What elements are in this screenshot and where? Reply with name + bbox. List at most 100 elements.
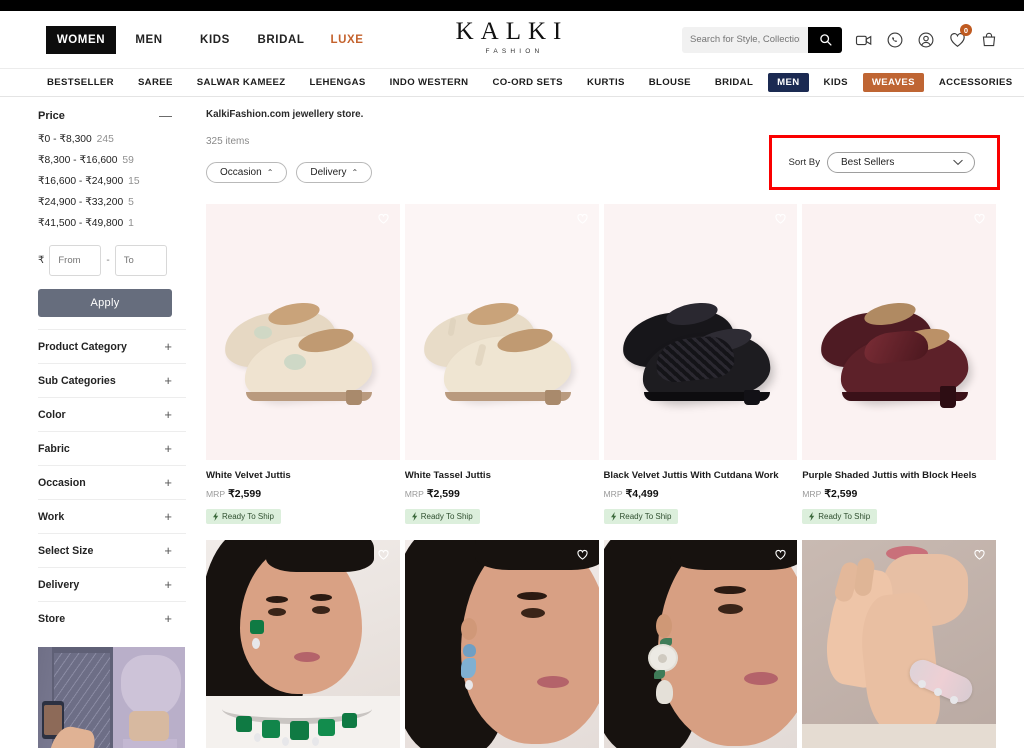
category-nav-item-salwar-kameez[interactable]: SALWAR KAMEEZ [188, 73, 295, 92]
jutti-illustration [604, 204, 798, 460]
product-image[interactable] [603, 540, 798, 748]
bag-button[interactable] [980, 31, 998, 49]
product-image[interactable] [802, 540, 996, 748]
price-range-count: 1 [128, 218, 134, 229]
search-icon [819, 34, 832, 46]
facet-sub-categories[interactable]: Sub Categories + [38, 363, 186, 397]
category-nav-item-indo-western[interactable]: INDO WESTERN [381, 73, 478, 92]
filter-chip-occasion[interactable]: Occasion ⌃ [206, 162, 288, 183]
model-earring-illustration [404, 540, 599, 748]
product-card[interactable] [802, 540, 996, 748]
product-price: MRP ₹4,499 [604, 488, 798, 500]
category-nav-item-kids[interactable]: KIDS [815, 73, 857, 92]
wishlist-toggle[interactable] [973, 212, 986, 230]
facet-work[interactable]: Work + [38, 499, 186, 533]
category-nav: BESTSELLER SAREE SALWAR KAMEEZ LEHENGAS … [0, 68, 1024, 97]
plus-icon: + [164, 475, 172, 490]
search-button[interactable] [808, 26, 842, 53]
apply-price-button[interactable]: Apply [38, 289, 172, 317]
product-image[interactable] [802, 204, 996, 460]
price-filter-header[interactable]: Price — [38, 109, 186, 122]
wishlist-toggle[interactable] [774, 212, 787, 230]
wishlist-toggle[interactable] [774, 548, 787, 566]
category-nav-item-weaves[interactable]: WEAVES [862, 73, 924, 92]
product-image[interactable] [404, 540, 599, 748]
price-range-count: 5 [128, 197, 134, 208]
price-value: ₹2,599 [426, 488, 460, 500]
wishlist-toggle[interactable] [576, 548, 589, 566]
product-grid-row-1: White Velvet Juttis MRP ₹2,599 Ready To S… [206, 204, 996, 526]
video-shopping-promo-banner[interactable] [38, 647, 185, 748]
filter-chip-label: Delivery [310, 167, 347, 178]
product-card[interactable]: Purple Shaded Juttis with Block Heels MR… [802, 204, 996, 526]
primary-nav-item-men[interactable]: MEN [116, 27, 182, 53]
facet-product-category[interactable]: Product Category + [38, 329, 186, 363]
brand-logo-sub: FASHION [485, 48, 544, 55]
category-nav-item-blouse[interactable]: BLOUSE [640, 73, 700, 92]
product-title: White Tassel Juttis [404, 470, 491, 481]
category-nav-item-bridal[interactable]: BRIDAL [706, 73, 762, 92]
plus-icon: + [164, 373, 172, 388]
body: Price — ₹0 - ₹8,300 245 ₹8,300 - ₹16,600… [0, 97, 1024, 748]
facet-occasion[interactable]: Occasion + [38, 465, 186, 499]
jutti-illustration [405, 204, 599, 460]
category-nav-item-kurtis[interactable]: KURTIS [578, 73, 634, 92]
category-nav-item-lehengas[interactable]: LEHENGAS [301, 73, 375, 92]
search-box[interactable] [682, 26, 842, 53]
price-from-input[interactable] [49, 245, 102, 276]
category-nav-item-men[interactable]: MEN [768, 73, 809, 92]
product-card[interactable]: Black Velvet Juttis With Cutdana Work MR… [603, 204, 798, 526]
facet-color[interactable]: Color + [38, 397, 186, 431]
product-card[interactable] [206, 540, 400, 748]
price-range-option[interactable]: ₹0 - ₹8,300 245 [38, 133, 186, 145]
search-input[interactable] [682, 34, 808, 45]
facet-store[interactable]: Store + [38, 601, 186, 635]
product-image[interactable] [404, 204, 599, 460]
price-range-option[interactable]: ₹16,600 - ₹24,900 15 [38, 175, 186, 187]
facet-select-size[interactable]: Select Size + [38, 533, 186, 567]
primary-nav-item-kids[interactable]: KIDS [182, 27, 248, 53]
mrp-label: MRP [603, 489, 623, 499]
wishlist-toggle[interactable] [377, 212, 390, 230]
category-nav-item-bestseller[interactable]: BESTSELLER [38, 73, 123, 92]
price-to-input[interactable] [114, 245, 167, 276]
primary-nav-item-women[interactable]: WOMEN [46, 25, 116, 54]
category-nav-item-accessories[interactable]: ACCESSORIES [930, 73, 1022, 92]
sort-by-select[interactable]: Best Sellers [827, 152, 975, 173]
ready-to-ship-badge: Ready To Ship [206, 509, 281, 524]
facet-delivery[interactable]: Delivery + [38, 567, 186, 601]
product-card[interactable]: White Velvet Juttis MRP ₹2,599 Ready To S… [206, 204, 400, 526]
product-image[interactable] [206, 204, 400, 460]
wishlist-toggle[interactable] [576, 212, 589, 230]
brand-logo[interactable]: KALKI FASHION [456, 19, 569, 55]
wishlist-button[interactable]: 0 [948, 24, 972, 49]
product-image[interactable] [206, 540, 400, 748]
price-range-count: 15 [128, 176, 140, 187]
primary-nav-item-luxe[interactable]: LUXE [314, 27, 380, 53]
primary-nav-item-bridal[interactable]: BRIDAL [248, 27, 314, 53]
whatsapp-button[interactable] [886, 31, 904, 49]
price-range-option[interactable]: ₹41,500 - ₹49,800 1 [38, 217, 186, 229]
sort-by-highlight-box: Sort By Best Sellers [768, 135, 1000, 190]
product-card[interactable] [603, 540, 798, 748]
product-image[interactable] [603, 204, 798, 460]
heart-icon [974, 549, 985, 560]
price-range-option[interactable]: ₹24,900 - ₹33,200 5 [38, 196, 186, 208]
wishlist-toggle[interactable] [377, 548, 390, 566]
category-nav-item-co-ord-sets[interactable]: CO-ORD SETS [483, 73, 571, 92]
product-price: MRP ₹2,599 [405, 488, 599, 500]
product-card[interactable] [404, 540, 599, 748]
video-call-button[interactable] [855, 31, 873, 49]
price-range-option[interactable]: ₹8,300 - ₹16,600 59 [38, 154, 186, 166]
filter-chip-delivery[interactable]: Delivery ⌃ [296, 162, 373, 183]
filter-sidebar: Price — ₹0 - ₹8,300 245 ₹8,300 - ₹16,600… [0, 97, 186, 748]
price-value: ₹2,599 [228, 488, 262, 500]
sort-by-label: Sort By [788, 157, 820, 168]
product-card[interactable]: White Tassel Juttis MRP ₹2,599 Ready To S… [404, 204, 599, 526]
plus-icon: + [164, 441, 172, 456]
category-nav-item-saree[interactable]: SAREE [129, 73, 182, 92]
account-button[interactable] [917, 31, 935, 49]
wishlist-toggle[interactable] [973, 548, 986, 566]
ready-to-ship-badge: Ready To Ship [404, 509, 480, 524]
facet-fabric[interactable]: Fabric + [38, 431, 186, 465]
